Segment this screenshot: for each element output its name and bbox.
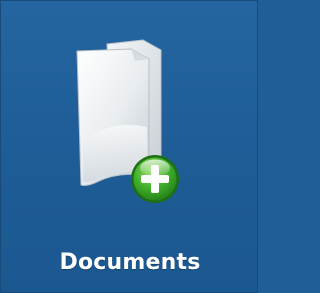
documents-tile[interactable]: Documents [0, 0, 258, 293]
tile-label: Documents [59, 250, 201, 275]
documents-add-icon [76, 39, 179, 203]
